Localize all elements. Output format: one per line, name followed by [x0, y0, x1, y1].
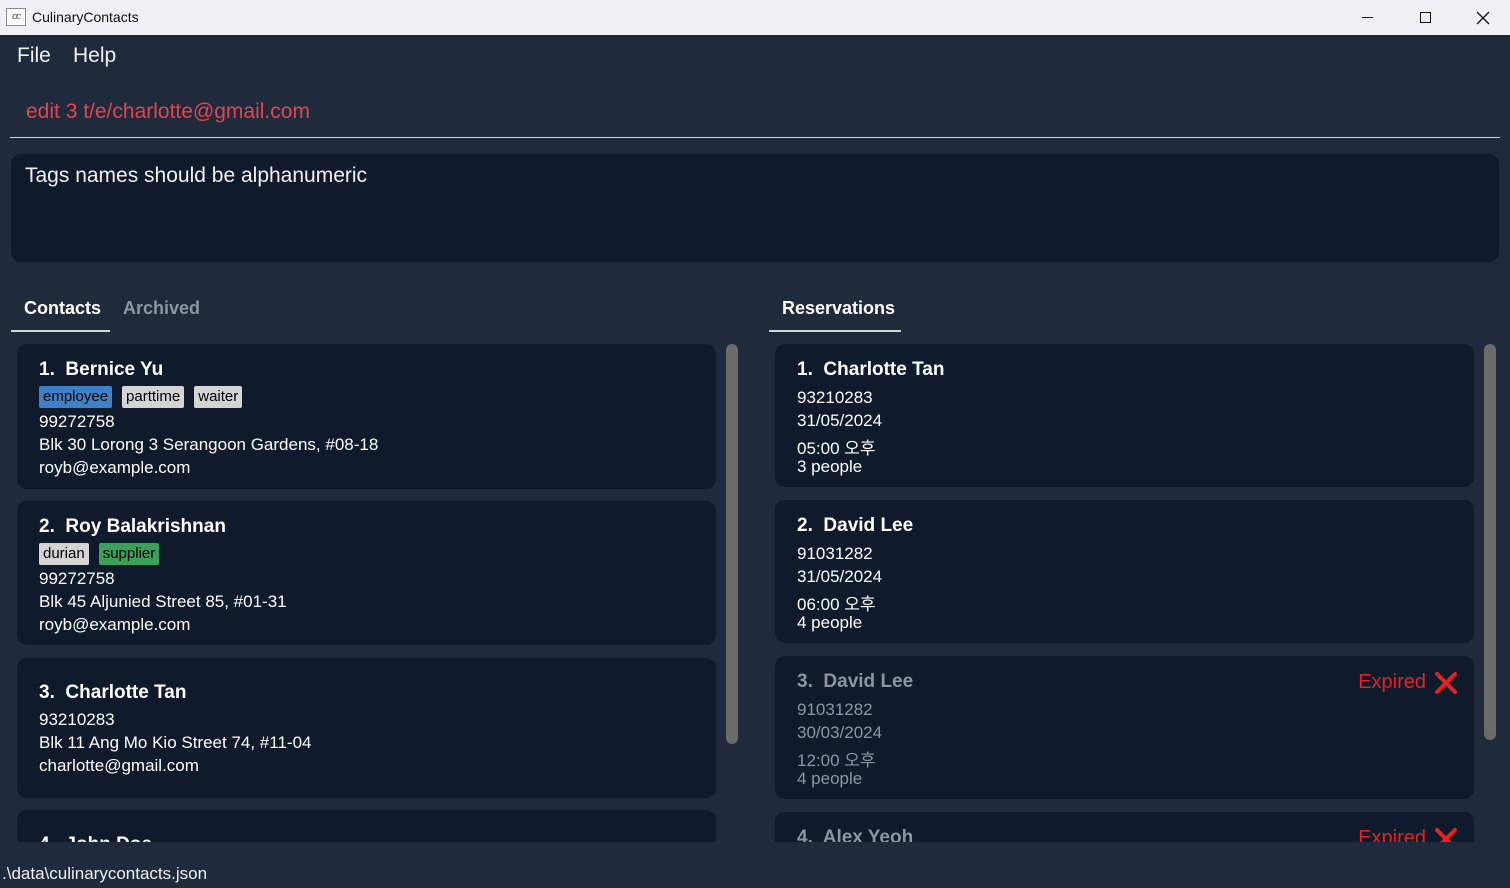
expired-x-icon — [1435, 672, 1457, 694]
reservation-time: 06:00 오후 — [797, 595, 876, 614]
reservation-time: 12:00 오후 — [797, 751, 876, 770]
window-title: CulinaryContacts — [32, 9, 139, 25]
expired-x-icon — [1435, 828, 1457, 842]
contact-address: Blk 30 Lorong 3 Serangoon Gardens, #08-1… — [39, 435, 379, 454]
contact-name: 2. Roy Balakrishnan — [39, 516, 226, 537]
reservations-list: 1. Charlotte Tan 93210283 31/05/2024 05:… — [775, 340, 1475, 842]
app-icon: cc — [6, 8, 26, 26]
expired-label: Expired — [1358, 827, 1426, 842]
contact-address: Blk 11 Ang Mo Kio Street 74, #11-04 — [39, 733, 312, 752]
contact-card[interactable]: 4. John Doe — [17, 810, 716, 842]
reservation-phone: 91031282 — [797, 700, 873, 719]
reservation-card[interactable]: 1. Charlotte Tan 93210283 31/05/2024 05:… — [775, 344, 1474, 487]
contacts-scrollbar[interactable] — [726, 344, 738, 744]
contact-card[interactable]: 1. Bernice Yu employee parttime waiter 9… — [17, 344, 716, 489]
result-display: Tags names should be alphanumeric — [11, 154, 1499, 262]
contact-email: charlotte@gmail.com — [39, 756, 199, 775]
reservation-date: 30/03/2024 — [797, 723, 883, 742]
contact-tags: durian supplier — [39, 543, 160, 565]
contact-card[interactable]: 3. Charlotte Tan 93210283 Blk 11 Ang Mo … — [17, 658, 716, 798]
maximize-icon — [1419, 12, 1431, 23]
contact-name: 4. John Doe — [39, 834, 152, 842]
command-input[interactable]: edit 3 t/e/charlotte@gmail.com — [10, 92, 1500, 138]
status-bar-path: .\data\culinarycontacts.json — [2, 864, 208, 883]
tag: employee — [39, 386, 113, 408]
tab-reservations[interactable]: Reservations — [782, 298, 895, 319]
contact-phone: 99272758 — [39, 412, 115, 431]
close-icon — [1476, 11, 1490, 24]
contact-address: Blk 45 Aljunied Street 85, #01-31 — [39, 592, 287, 611]
contact-phone: 99272758 — [39, 569, 115, 588]
reservation-phone: 93210283 — [797, 388, 873, 407]
title-bar: cc CulinaryContacts — [0, 0, 1510, 35]
close-button[interactable] — [1454, 0, 1510, 35]
reservation-name: 2. David Lee — [797, 515, 914, 536]
tab-contacts[interactable]: Contacts — [24, 298, 101, 319]
minimize-icon — [1361, 17, 1373, 18]
tab-archived[interactable]: Archived — [123, 298, 200, 319]
contact-email: royb@example.com — [39, 615, 191, 634]
tag: supplier — [98, 543, 160, 565]
result-message: Tags names should be alphanumeric — [25, 164, 368, 187]
reservation-card-expired[interactable]: 3. David Lee Expired 91031282 30/03/2024… — [775, 656, 1474, 799]
reservation-pax: 4 people — [797, 769, 863, 788]
contact-phone: 93210283 — [39, 710, 115, 729]
reservation-date: 31/05/2024 — [797, 567, 883, 586]
menu-help[interactable]: Help — [73, 44, 116, 68]
tag: waiter — [194, 386, 243, 408]
tag: parttime — [122, 386, 185, 408]
reservation-phone: 91031282 — [797, 544, 873, 563]
contact-name: 3. Charlotte Tan — [39, 682, 187, 703]
expired-label: Expired — [1358, 671, 1426, 693]
contacts-list: 1. Bernice Yu employee parttime waiter 9… — [17, 340, 717, 842]
tab-reservations-underline — [769, 330, 901, 332]
contact-tags: employee parttime waiter — [39, 386, 243, 408]
reservation-pax: 4 people — [797, 613, 863, 632]
contact-card[interactable]: 2. Roy Balakrishnan durian supplier 9927… — [17, 501, 716, 645]
reservation-card-expired[interactable]: 4. Alex Yeoh Expired — [775, 812, 1474, 842]
contact-email: royb@example.com — [39, 458, 191, 477]
reservation-name: 3. David Lee — [797, 671, 914, 692]
command-text: edit 3 t/e/charlotte@gmail.com — [26, 100, 310, 123]
menu-file[interactable]: File — [17, 44, 51, 68]
reservation-name: 4. Alex Yeoh — [797, 827, 914, 842]
tag: durian — [39, 543, 89, 565]
reservation-date: 31/05/2024 — [797, 411, 883, 430]
reservation-pax: 3 people — [797, 457, 863, 476]
reservation-card[interactable]: 2. David Lee 91031282 31/05/2024 06:00 오… — [775, 500, 1474, 643]
reservation-name: 1. Charlotte Tan — [797, 359, 945, 380]
minimize-button[interactable] — [1338, 0, 1396, 35]
maximize-button[interactable] — [1396, 0, 1454, 35]
contact-name: 1. Bernice Yu — [39, 359, 164, 380]
reservations-scrollbar[interactable] — [1484, 344, 1496, 740]
tab-contacts-underline — [11, 330, 110, 332]
reservation-time: 05:00 오후 — [797, 439, 876, 458]
